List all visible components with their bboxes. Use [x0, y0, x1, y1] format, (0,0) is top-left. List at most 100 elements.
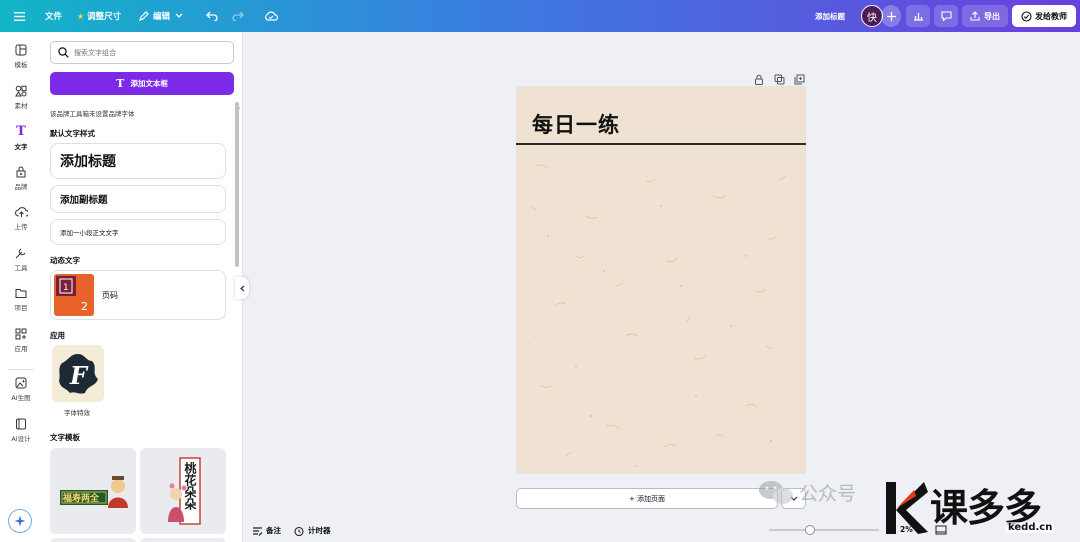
- page-title[interactable]: 每日一练: [532, 109, 620, 139]
- top-bar: 文件 ★ 调整尺寸 编辑 添加标题 快 导出 发给教师: [0, 0, 1080, 32]
- brand-font-note: 该品牌工具箱未设置品牌字体: [50, 110, 135, 118]
- plus-icon: [886, 11, 896, 21]
- font-effects-app[interactable]: F: [52, 345, 104, 402]
- timer-icon: [294, 526, 304, 536]
- add-title-button[interactable]: 添加标题: [815, 0, 845, 32]
- rail-label: 素材: [14, 102, 28, 110]
- folder-icon: [15, 289, 27, 298]
- insights-button[interactable]: [906, 5, 930, 27]
- sparkle-icon: [14, 515, 26, 527]
- duplicate-icon: [774, 74, 785, 85]
- brand-url: kedd.cn: [1006, 522, 1055, 533]
- svg-text:1: 1: [63, 283, 69, 293]
- search-input[interactable]: [74, 48, 224, 57]
- upload-cloud-icon: [14, 207, 28, 217]
- undo-icon: [206, 11, 218, 21]
- export-label: 导出: [984, 11, 1000, 21]
- template-icon: [15, 44, 27, 56]
- add-collaborator-button[interactable]: [881, 5, 901, 27]
- dynamic-text-heading: 动态文字: [50, 256, 80, 265]
- template-card-4[interactable]: [140, 538, 226, 542]
- edit-menu[interactable]: 编辑: [139, 0, 183, 32]
- zoom-slider-handle[interactable]: [805, 525, 815, 535]
- timer-button[interactable]: 计时器: [294, 525, 331, 536]
- rail-item-upload[interactable]: 上传: [0, 206, 42, 244]
- lock-icon: [755, 74, 763, 85]
- wechat-watermark: 公众号: [757, 478, 856, 506]
- side-rail: 模板 素材 T 文字 品牌 上传 工具 项目 应用 AI生图 AI设计: [0, 32, 42, 542]
- comment-icon: [940, 11, 952, 21]
- add-subheading-button[interactable]: 添加副标题: [50, 185, 226, 213]
- hamburger-icon: [14, 11, 25, 21]
- cloud-save-button[interactable]: [264, 0, 278, 32]
- template-card-3[interactable]: [50, 538, 136, 542]
- font-effects-label: 字体特效: [64, 409, 90, 417]
- avatar[interactable]: 快: [861, 5, 883, 27]
- scroll-down-arrow[interactable]: [235, 532, 240, 542]
- add-heading-button[interactable]: 添加标题: [50, 143, 226, 179]
- template-2-text: 桃花朵朵: [183, 461, 197, 511]
- redo-button[interactable]: [232, 0, 244, 32]
- apps-icon: [15, 328, 27, 340]
- export-button[interactable]: 导出: [962, 5, 1008, 27]
- edit-label: 编辑: [153, 12, 171, 22]
- share-button[interactable]: 发给教师: [1012, 5, 1076, 27]
- timer-label: 计时器: [308, 526, 331, 535]
- rail-item-templates[interactable]: 模板: [0, 44, 42, 82]
- add-page-icon: [794, 74, 805, 85]
- chevron-down-icon: [175, 13, 183, 18]
- notes-button[interactable]: 备注: [252, 525, 281, 536]
- apps-heading: 应用: [50, 331, 65, 340]
- rail-label: 上传: [14, 223, 28, 231]
- notes-icon: [253, 526, 263, 536]
- template-card-2[interactable]: 桃花朵朵: [140, 448, 226, 534]
- add-page-button[interactable]: + 添加页面: [516, 488, 778, 509]
- add-textbox-label: 添加文本框: [130, 79, 168, 88]
- page-number-label: 页码: [102, 290, 118, 300]
- scroll-up-arrow[interactable]: [235, 94, 240, 109]
- text-icon: T: [16, 124, 26, 139]
- rail-item-brand[interactable]: 品牌: [0, 166, 42, 204]
- rail-item-ai-image[interactable]: AI生图: [0, 377, 42, 415]
- comment-button[interactable]: [934, 5, 958, 27]
- redo-icon: [232, 11, 244, 21]
- rail-label: AI设计: [11, 435, 31, 443]
- magic-assistant-button[interactable]: [8, 509, 32, 533]
- rail-item-tools[interactable]: 工具: [0, 247, 42, 285]
- rail-item-projects[interactable]: 项目: [0, 287, 42, 325]
- add-body-text-button[interactable]: 添加一小段正文文字: [50, 219, 226, 245]
- add-textbox-button[interactable]: T 添加文本框: [50, 72, 234, 95]
- menu-button[interactable]: [14, 0, 25, 32]
- panel-scrollbar[interactable]: [235, 102, 239, 267]
- page-number-icon: 12: [54, 274, 94, 316]
- rail-item-elements[interactable]: 素材: [0, 85, 42, 123]
- tools-icon: [15, 248, 26, 259]
- pencil-icon: [139, 11, 149, 21]
- share-label: 发给教师: [1035, 11, 1067, 21]
- collapse-panel-button[interactable]: [235, 277, 249, 299]
- file-menu[interactable]: 文件: [45, 0, 62, 32]
- notes-label: 备注: [266, 526, 281, 535]
- wechat-icon: [759, 481, 793, 504]
- text-panel: T 添加文本框 该品牌工具箱未设置品牌字体 默认文字样式 添加标题 添加副标题 …: [42, 32, 243, 542]
- text-icon: T: [116, 77, 125, 90]
- rail-label: AI生图: [11, 394, 31, 402]
- svg-text:F: F: [69, 361, 89, 390]
- page-number-item[interactable]: 12 页码: [50, 270, 226, 320]
- rail-item-apps[interactable]: 应用: [0, 328, 42, 366]
- rail-item-text[interactable]: T 文字: [0, 125, 42, 163]
- chevron-left-icon: [239, 285, 244, 291]
- font-effects-icon: F: [59, 353, 98, 394]
- template-thumbnail-1: 福寿两全: [60, 476, 128, 508]
- rail-item-ai-design[interactable]: AI设计: [0, 418, 42, 456]
- undo-button[interactable]: [206, 0, 218, 32]
- check-circle-icon: [1021, 10, 1032, 22]
- resize-button[interactable]: ★ 调整尺寸: [77, 0, 121, 32]
- zoom-slider-track[interactable]: [769, 529, 879, 531]
- search-icon: [58, 47, 69, 58]
- resize-label: 调整尺寸: [87, 12, 122, 22]
- wechat-label: 公众号: [799, 482, 857, 505]
- template-card-1[interactable]: 福寿两全: [50, 448, 136, 534]
- search-box[interactable]: [50, 41, 234, 64]
- design-page[interactable]: 每日一练: [516, 86, 806, 474]
